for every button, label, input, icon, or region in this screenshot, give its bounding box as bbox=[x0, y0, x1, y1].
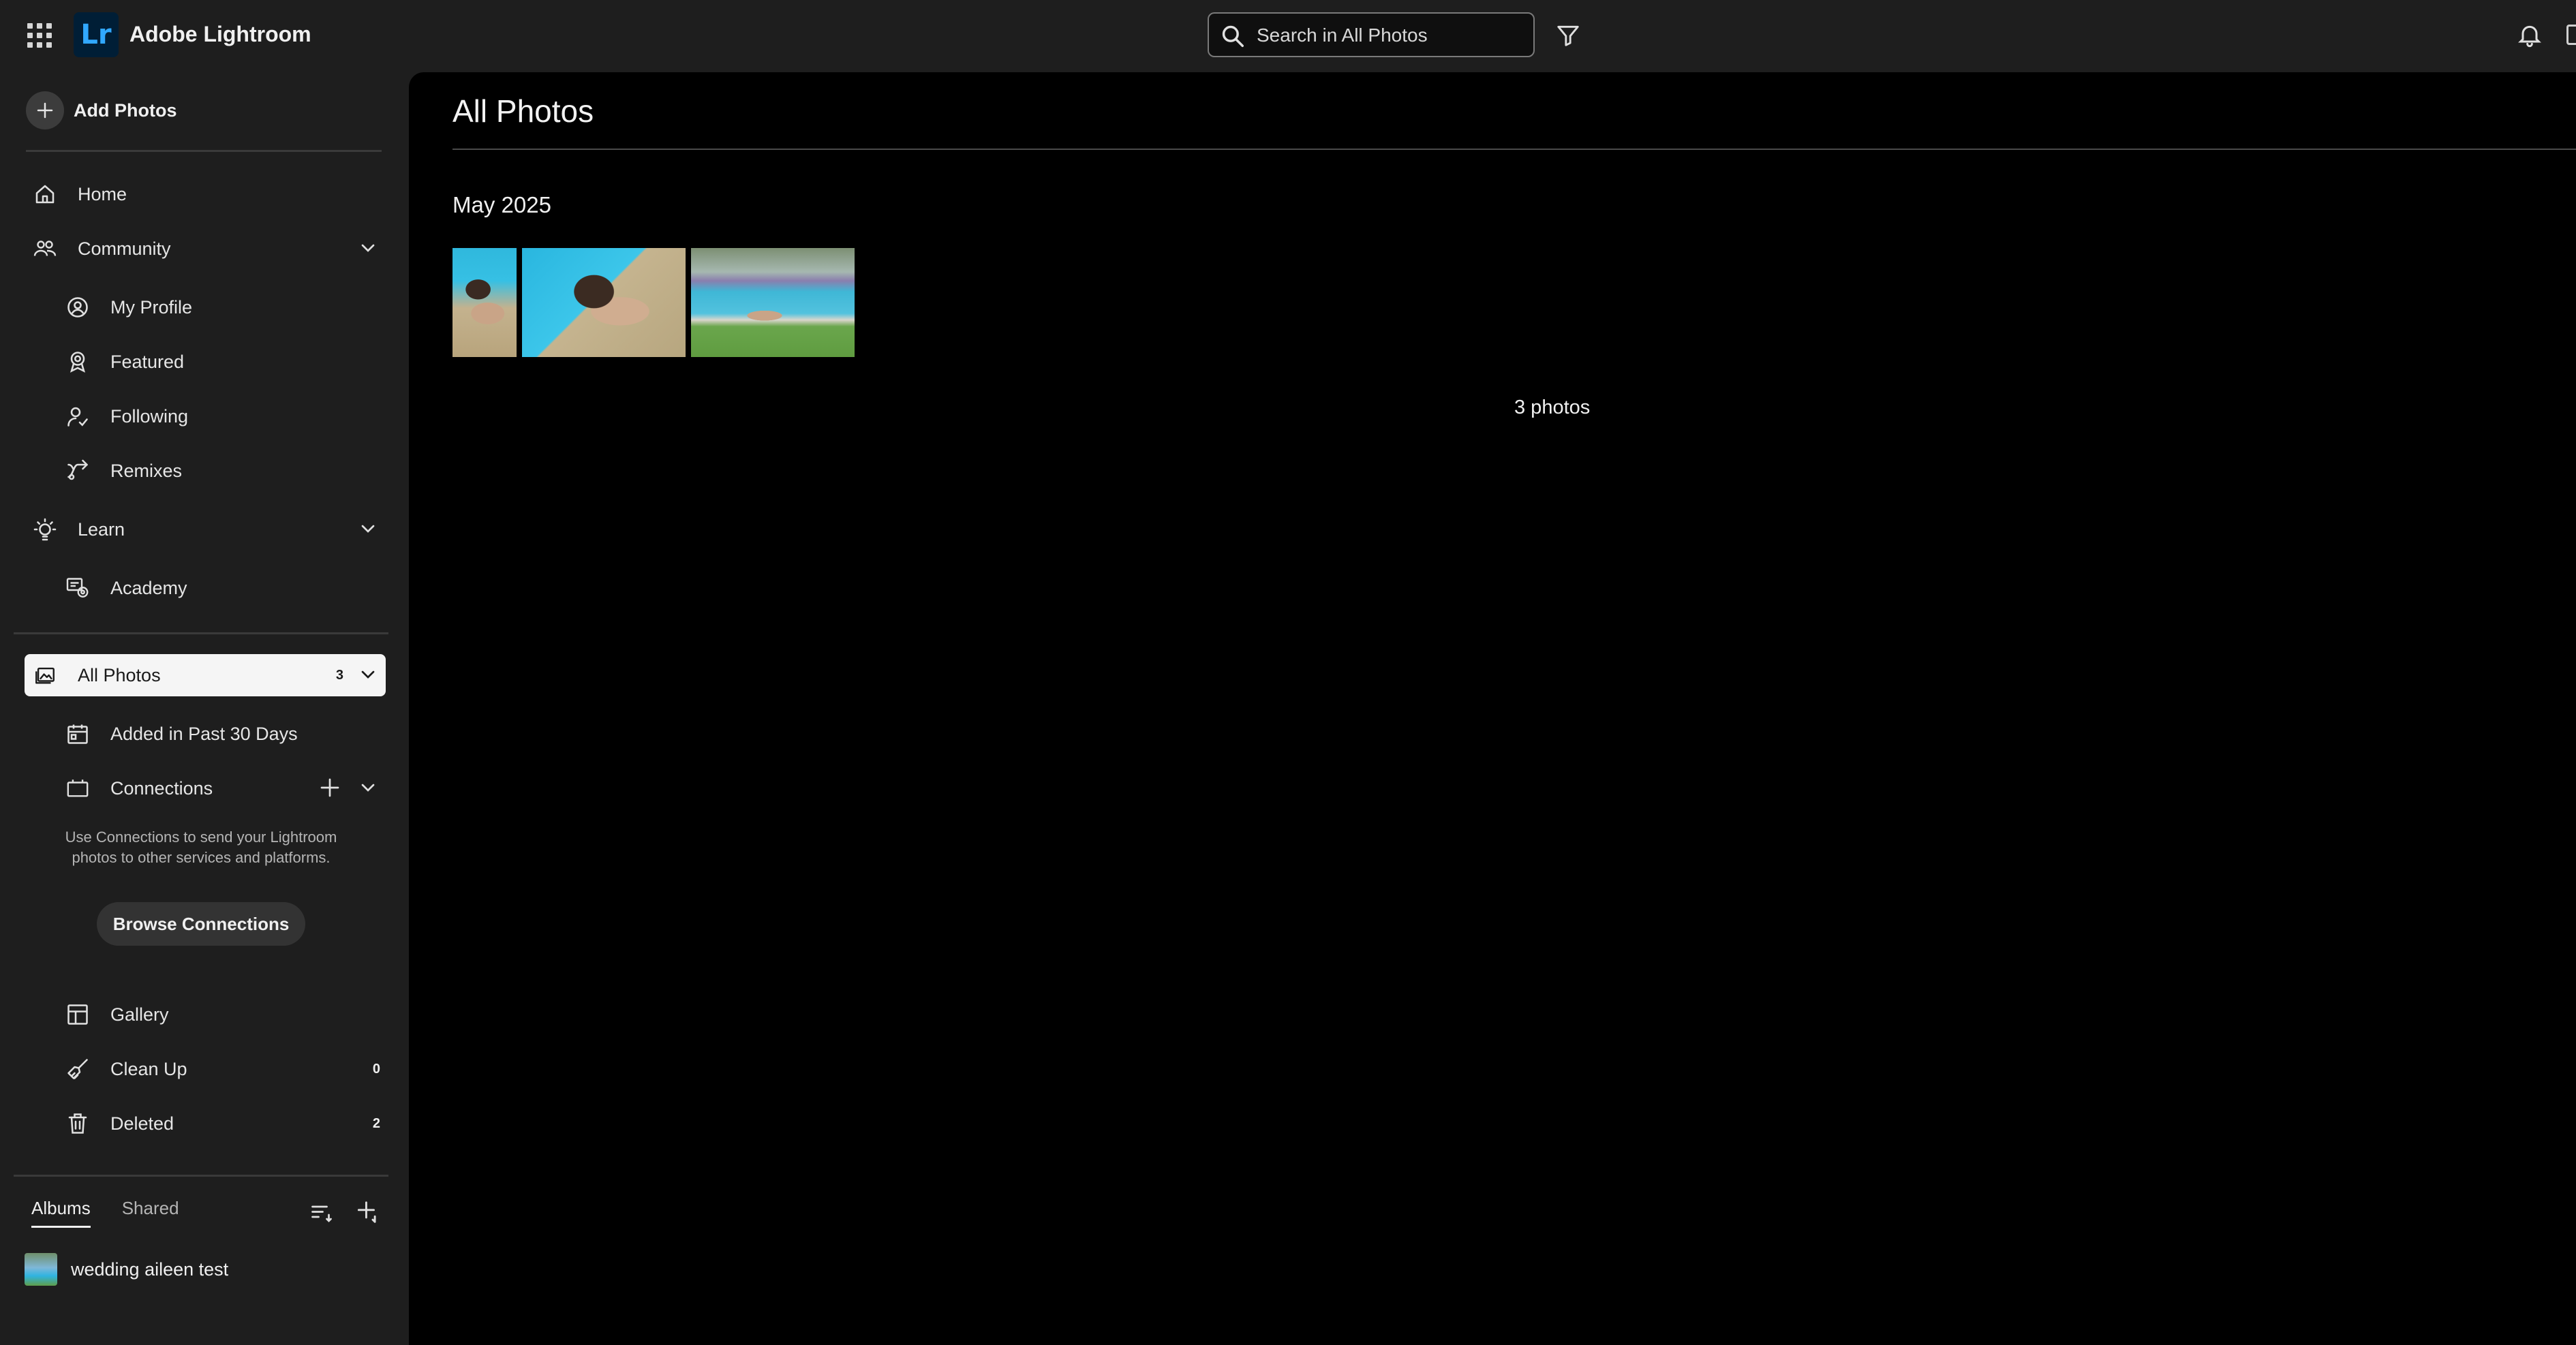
sidebar-item-remixes[interactable]: Remixes bbox=[25, 450, 386, 492]
home-icon bbox=[30, 179, 60, 209]
sidebar-divider bbox=[26, 150, 382, 152]
photo-thumbnail[interactable] bbox=[522, 248, 686, 357]
sidebar-item-label: Academy bbox=[110, 577, 187, 598]
photo-thumbnail[interactable] bbox=[691, 248, 855, 357]
tab-shared[interactable]: Shared bbox=[122, 1198, 179, 1228]
deleted-count-badge: 2 bbox=[372, 1115, 380, 1131]
photos-count-label: 3 photos bbox=[1514, 397, 1591, 418]
sort-icon[interactable] bbox=[309, 1201, 334, 1225]
sidebar-item-label: Clean Up bbox=[110, 1058, 187, 1079]
calendar-icon bbox=[63, 719, 93, 749]
gallery-layout-icon bbox=[63, 1000, 93, 1030]
search-box[interactable] bbox=[1208, 12, 1535, 57]
connections-icon bbox=[63, 773, 93, 803]
add-photos-button[interactable]: Add Photos bbox=[26, 91, 177, 129]
sidebar-item-label: My Profile bbox=[110, 296, 193, 318]
remix-icon bbox=[63, 456, 93, 486]
sidebar-item-home[interactable]: Home bbox=[25, 173, 386, 215]
app-switcher-icon[interactable] bbox=[27, 23, 52, 48]
sidebar-item-academy[interactable]: Academy bbox=[25, 567, 386, 609]
sidebar-item-featured[interactable]: Featured bbox=[25, 341, 386, 383]
sidebar-item-community[interactable]: Community bbox=[25, 228, 386, 270]
sidebar-item-label: Community bbox=[78, 238, 171, 259]
sidebar-divider bbox=[14, 1175, 388, 1177]
page-title: All Photos bbox=[453, 93, 594, 129]
plus-icon bbox=[26, 91, 64, 129]
lightbulb-icon bbox=[30, 514, 60, 544]
trash-icon bbox=[63, 1109, 93, 1139]
date-group-heading: May 2025 bbox=[453, 192, 551, 217]
search-icon bbox=[1222, 25, 1244, 47]
filter-icon[interactable] bbox=[1555, 22, 1581, 49]
sidebar: Add Photos Home Community My Profile Fea… bbox=[0, 72, 409, 1345]
sidebar-item-all-photos[interactable]: All Photos 3 bbox=[25, 654, 386, 696]
album-thumbnail bbox=[25, 1253, 57, 1286]
sidebar-item-gallery[interactable]: Gallery bbox=[25, 993, 386, 1036]
sidebar-item-label: Following bbox=[110, 405, 189, 427]
chevron-down-icon[interactable] bbox=[357, 777, 379, 799]
sidebar-item-label: All Photos bbox=[78, 664, 161, 685]
albums-tab-bar: Albums Shared bbox=[31, 1198, 211, 1228]
sidebar-divider bbox=[14, 632, 388, 634]
sidebar-item-following[interactable]: Following bbox=[25, 395, 386, 437]
sidebar-item-label: Remixes bbox=[110, 460, 183, 481]
sidebar-item-clean-up[interactable]: Clean Up 0 bbox=[25, 1048, 386, 1090]
sidebar-item-label: Home bbox=[78, 183, 127, 204]
sidebar-item-label: Featured bbox=[110, 351, 185, 372]
all-photos-count-badge: 3 bbox=[335, 667, 343, 683]
chevron-down-icon[interactable] bbox=[357, 518, 379, 540]
sidebar-item-label: Added in Past 30 Days bbox=[110, 723, 298, 744]
award-ribbon-icon bbox=[63, 347, 93, 377]
chevron-down-icon[interactable] bbox=[357, 237, 379, 259]
top-bar: Lr Adobe Lightroom bbox=[0, 0, 2576, 72]
album-item[interactable]: wedding aileen test bbox=[25, 1251, 228, 1288]
photo-thumbnail[interactable] bbox=[453, 248, 517, 357]
sidebar-item-deleted[interactable]: Deleted 2 bbox=[25, 1102, 386, 1145]
connections-description: Use Connections to send your Lightroom p… bbox=[65, 829, 337, 866]
academy-icon bbox=[63, 573, 93, 603]
sidebar-item-label: Deleted bbox=[110, 1113, 174, 1134]
add-album-icon[interactable] bbox=[354, 1199, 380, 1225]
app-title: Adobe Lightroom bbox=[129, 22, 311, 46]
add-connection-icon[interactable] bbox=[318, 775, 342, 800]
photos-stack-icon bbox=[30, 660, 60, 690]
broom-icon bbox=[63, 1054, 93, 1084]
lightroom-logo: Lr bbox=[74, 12, 119, 57]
sidebar-item-my-profile[interactable]: My Profile bbox=[25, 286, 386, 328]
profile-icon bbox=[63, 292, 93, 322]
community-icon bbox=[30, 234, 60, 264]
sidebar-item-label: Connections bbox=[110, 777, 213, 799]
help-icon[interactable] bbox=[2566, 25, 2576, 45]
search-input[interactable] bbox=[1257, 20, 1522, 50]
sidebar-item-learn[interactable]: Learn bbox=[25, 508, 386, 551]
chevron-down-icon[interactable] bbox=[357, 664, 379, 685]
sidebar-item-label: Gallery bbox=[110, 1004, 169, 1025]
sidebar-item-added-past-30-days[interactable]: Added in Past 30 Days bbox=[25, 713, 386, 755]
clean-up-count-badge: 0 bbox=[372, 1061, 380, 1077]
title-divider bbox=[453, 149, 2576, 150]
sidebar-item-label: Learn bbox=[78, 519, 125, 540]
notifications-bell-icon[interactable] bbox=[2516, 20, 2543, 49]
sidebar-item-connections[interactable]: Connections bbox=[25, 767, 386, 809]
photo-grid-panel: All Photos May 2025 3 photos bbox=[409, 72, 2576, 1345]
album-name: wedding aileen test bbox=[71, 1258, 229, 1280]
add-photos-label: Add Photos bbox=[74, 99, 177, 121]
tab-albums[interactable]: Albums bbox=[31, 1198, 91, 1228]
user-check-icon bbox=[63, 401, 93, 431]
browse-connections-button[interactable]: Browse Connections bbox=[97, 902, 305, 946]
